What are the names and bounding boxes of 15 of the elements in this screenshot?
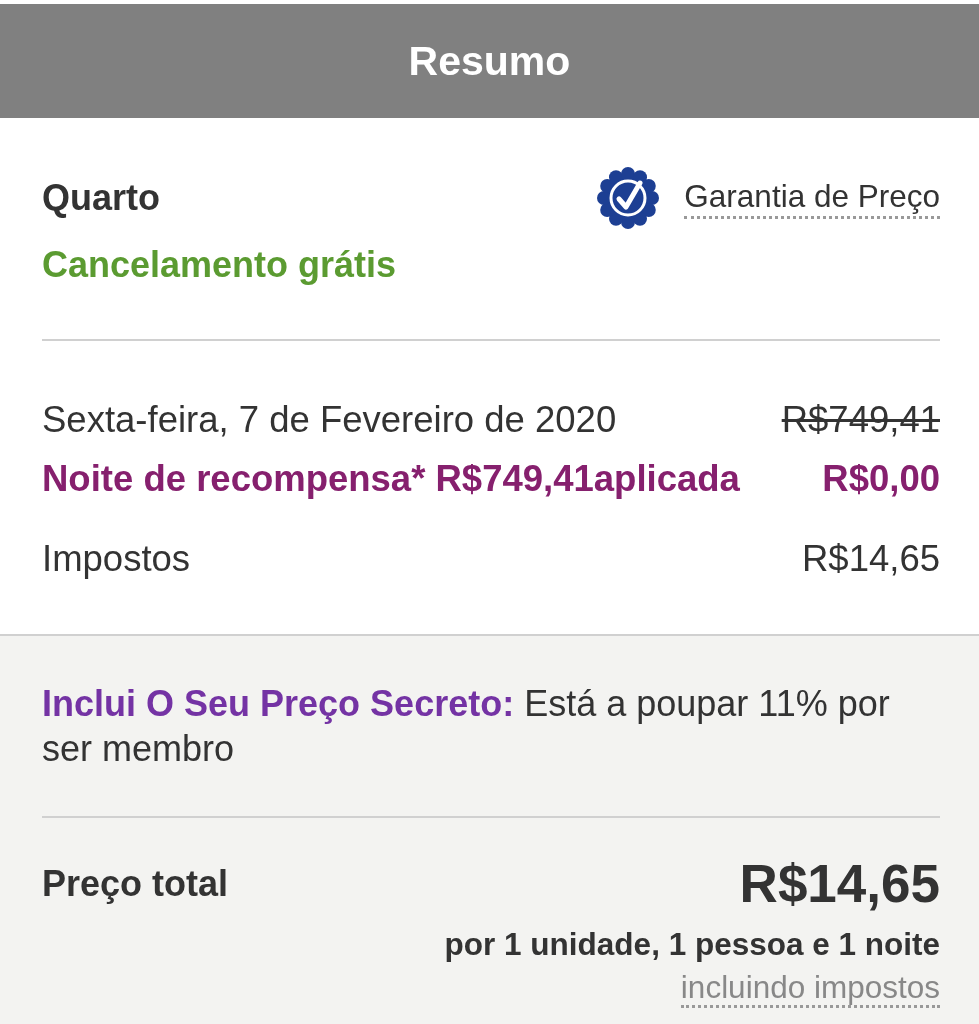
badge-check-icon <box>596 166 661 230</box>
savings-message: Inclui O Seu Preço Secreto: Está a poupar 11% por ser membro <box>42 682 891 771</box>
room-title: Quarto <box>42 177 160 219</box>
price-guarantee-link[interactable]: Garantia de Preço <box>684 177 940 219</box>
line-item-label: Impostos <box>42 538 191 580</box>
page-title: Resumo <box>408 37 571 85</box>
line-item-amount: R$0,00 <box>822 458 940 500</box>
total-label: Preço total <box>42 863 229 905</box>
line-item-label: Sexta-feira, 7 de Fevereiro de 2020 <box>42 399 617 441</box>
total-amount: R$14,65 <box>739 854 940 914</box>
line-item-amount: R$14,65 <box>802 538 940 580</box>
free-cancellation-text: Cancelamento grátis <box>42 244 398 286</box>
line-item-label: Noite de recompensa* R$749,41aplicada <box>42 458 740 500</box>
line-item-amount: R$749,41 <box>781 399 940 441</box>
price-detail-text: por 1 unidade, 1 pessoa e 1 noite <box>443 926 940 962</box>
